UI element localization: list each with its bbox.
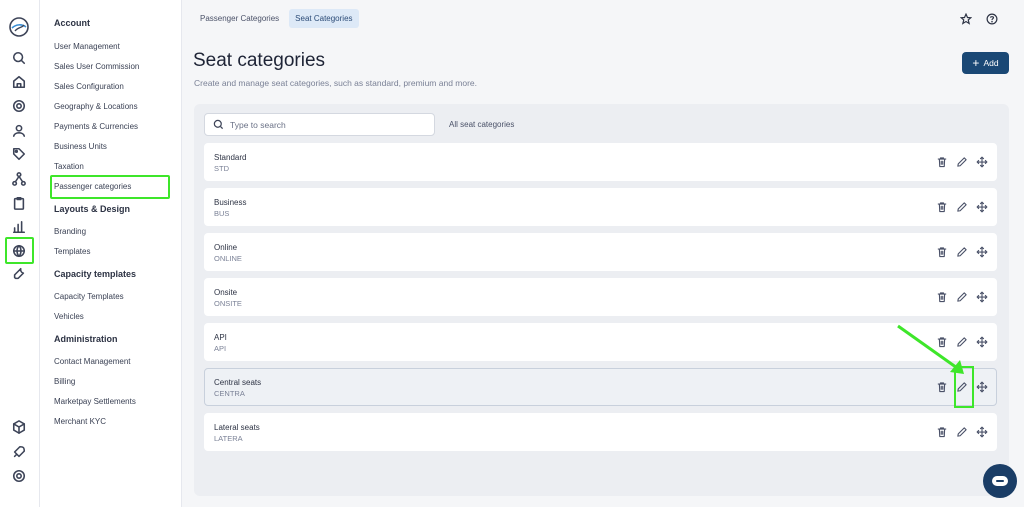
search-input[interactable] bbox=[230, 119, 420, 130]
icon-rail bbox=[0, 0, 40, 507]
tag-icon[interactable] bbox=[10, 145, 28, 163]
tab-seat-categories[interactable]: Seat Categories bbox=[289, 9, 359, 28]
menu-item-taxation[interactable]: Taxation bbox=[54, 162, 84, 171]
row-code: BUS bbox=[214, 209, 230, 218]
chart-icon[interactable] bbox=[10, 218, 28, 236]
row-name: Standard bbox=[214, 153, 247, 162]
clipboard-icon[interactable] bbox=[10, 194, 28, 212]
menu-section-account: Account bbox=[54, 18, 90, 28]
add-button[interactable]: + Add bbox=[962, 52, 1009, 74]
list-item[interactable]: Online ONLINE bbox=[204, 233, 997, 271]
trash-icon[interactable] bbox=[936, 246, 948, 258]
row-code: ONLINE bbox=[214, 254, 242, 263]
menu-item-branding[interactable]: Branding bbox=[54, 227, 86, 236]
star-icon[interactable] bbox=[959, 12, 973, 30]
annotation-highlight-edit bbox=[954, 366, 974, 408]
chat-icon bbox=[992, 476, 1008, 486]
trash-icon[interactable] bbox=[936, 201, 948, 213]
menu-item-payments-currencies[interactable]: Payments & Currencies bbox=[54, 122, 138, 131]
pencil-icon[interactable] bbox=[956, 291, 968, 303]
home-icon[interactable] bbox=[10, 73, 28, 91]
menu-item-business-units[interactable]: Business Units bbox=[54, 142, 107, 151]
move-icon[interactable] bbox=[976, 426, 988, 438]
menu-item-templates[interactable]: Templates bbox=[54, 247, 90, 256]
row-name: Onsite bbox=[214, 288, 238, 297]
pencil-icon[interactable] bbox=[956, 426, 968, 438]
row-code: STD bbox=[214, 164, 229, 173]
menu-item-billing[interactable]: Billing bbox=[54, 377, 75, 386]
move-icon[interactable] bbox=[976, 381, 988, 393]
list-item[interactable]: Business BUS bbox=[204, 188, 997, 226]
search-icon bbox=[213, 119, 224, 130]
row-name: Central seats bbox=[214, 378, 262, 387]
cube-icon[interactable] bbox=[10, 418, 28, 436]
help-icon[interactable] bbox=[986, 12, 998, 30]
menu-section-admin: Administration bbox=[54, 334, 118, 344]
menu-item-vehicles[interactable]: Vehicles bbox=[54, 312, 84, 321]
chat-button[interactable] bbox=[983, 464, 1017, 498]
row-name: API bbox=[214, 333, 227, 342]
trash-icon[interactable] bbox=[936, 381, 948, 393]
pencil-icon[interactable] bbox=[956, 201, 968, 213]
move-icon[interactable] bbox=[976, 156, 988, 168]
menu-section-capacity: Capacity templates bbox=[54, 269, 137, 279]
logo-icon[interactable] bbox=[8, 16, 30, 38]
move-icon[interactable] bbox=[976, 291, 988, 303]
list-item[interactable]: Lateral seats LATERA bbox=[204, 413, 997, 451]
row-code: CENTRA bbox=[214, 389, 245, 398]
users-icon[interactable] bbox=[10, 121, 28, 139]
lifebuoy-icon[interactable] bbox=[10, 467, 28, 485]
menu-section-layouts: Layouts & Design bbox=[54, 204, 131, 214]
search-icon[interactable] bbox=[10, 49, 28, 67]
settings-menu: Account User Management Sales User Commi… bbox=[40, 0, 182, 507]
menu-item-geography-locations[interactable]: Geography & Locations bbox=[54, 102, 138, 111]
move-icon[interactable] bbox=[976, 201, 988, 213]
plus-icon: + bbox=[972, 56, 980, 70]
row-code: LATERA bbox=[214, 434, 243, 443]
page-subtitle: Create and manage seat categories, such … bbox=[194, 78, 478, 88]
list-item[interactable]: API API bbox=[204, 323, 997, 361]
page-title: Seat categories bbox=[193, 50, 326, 71]
menu-item-user-management[interactable]: User Management bbox=[54, 42, 120, 51]
trash-icon[interactable] bbox=[936, 426, 948, 438]
row-code: ONSITE bbox=[214, 299, 242, 308]
row-name: Online bbox=[214, 243, 238, 252]
trash-icon[interactable] bbox=[936, 156, 948, 168]
menu-item-capacity-templates[interactable]: Capacity Templates bbox=[54, 292, 124, 301]
filter-label[interactable]: All seat categories bbox=[449, 120, 514, 129]
menu-item-merchant-kyc[interactable]: Merchant KYC bbox=[54, 417, 106, 426]
pencil-icon[interactable] bbox=[956, 156, 968, 168]
rocket-icon[interactable] bbox=[10, 443, 28, 461]
seat-category-list: Standard STD Business BUS Online ONLINE … bbox=[204, 143, 997, 458]
move-icon[interactable] bbox=[976, 246, 988, 258]
menu-item-sales-user-commission[interactable]: Sales User Commission bbox=[54, 62, 139, 71]
page-tabs: Passenger Categories Seat Categories bbox=[194, 9, 359, 28]
row-name: Lateral seats bbox=[214, 423, 260, 432]
top-actions bbox=[959, 12, 998, 30]
menu-item-sales-configuration[interactable]: Sales Configuration bbox=[54, 82, 124, 91]
annotation-highlight-rail bbox=[5, 237, 34, 264]
search-box[interactable] bbox=[204, 113, 435, 136]
tab-passenger-categories[interactable]: Passenger Categories bbox=[194, 9, 285, 28]
row-name: Business bbox=[214, 198, 247, 207]
list-item[interactable]: Standard STD bbox=[204, 143, 997, 181]
menu-item-marketpay-settlements[interactable]: Marketpay Settlements bbox=[54, 397, 136, 406]
wrench-icon[interactable] bbox=[10, 265, 28, 283]
list-item[interactable]: Onsite ONSITE bbox=[204, 278, 997, 316]
add-button-label: Add bbox=[983, 58, 999, 68]
network-icon[interactable] bbox=[10, 170, 28, 188]
row-code: API bbox=[214, 344, 227, 353]
settings-icon[interactable] bbox=[10, 97, 28, 115]
annotation-highlight-menu bbox=[50, 175, 170, 199]
pencil-icon[interactable] bbox=[956, 246, 968, 258]
list-item[interactable]: Central seats CENTRA bbox=[204, 368, 997, 406]
menu-item-contact-management[interactable]: Contact Management bbox=[54, 357, 131, 366]
trash-icon[interactable] bbox=[936, 291, 948, 303]
